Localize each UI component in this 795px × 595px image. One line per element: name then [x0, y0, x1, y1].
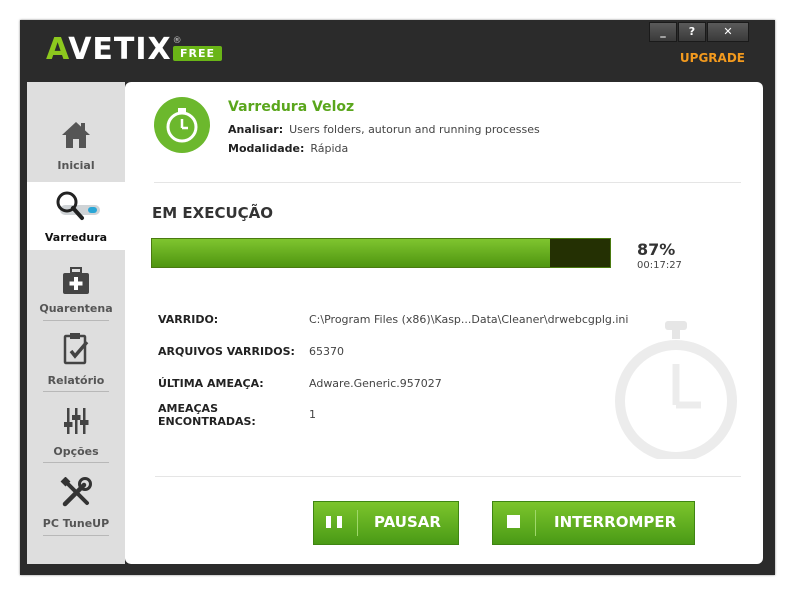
- sidebar-divider: [43, 391, 109, 392]
- app-window: AVETIX® FREE _ ? ✕ UPGRADE Inicial Varre…: [20, 20, 775, 575]
- analyze-label: Analisar:: [228, 123, 284, 136]
- pause-button[interactable]: PAUSAR: [313, 501, 459, 545]
- sidebar: Inicial Varredura Quarentena Relatório O…: [27, 82, 125, 564]
- sidebar-item-label: Varredura: [44, 231, 108, 244]
- mode-row: Modalidade: Rápida: [228, 142, 348, 155]
- pause-icon: [326, 516, 342, 528]
- mode-value: Rápida: [310, 142, 349, 155]
- button-divider: [535, 510, 536, 536]
- detail-value: 1: [309, 408, 316, 421]
- elapsed-time: 00:17:27: [637, 260, 682, 271]
- analyze-value: Users folders, autorun and running proce…: [289, 123, 540, 136]
- clipboard-icon: [63, 333, 89, 365]
- progress-fill: [152, 239, 551, 267]
- edition-badge: FREE: [173, 46, 223, 61]
- avetix-logo: AVETIX®: [46, 32, 183, 67]
- magnifier-icon: [56, 191, 100, 220]
- stopwatch-watermark-icon: [615, 321, 737, 459]
- detail-key: ÚLTIMA AMEAÇA:: [158, 377, 264, 390]
- window-controls: _ ? ✕: [648, 22, 749, 42]
- stop-label: INTERROMPER: [554, 513, 677, 531]
- sidebar-divider: [43, 320, 109, 321]
- detail-value: C:\Program Files (x86)\Kasp...Data\Clean…: [309, 313, 629, 326]
- minimize-button[interactable]: _: [649, 22, 677, 42]
- detail-value: 65370: [309, 345, 344, 358]
- registered-mark: ®: [172, 36, 183, 46]
- sidebar-item-varredura[interactable]: Varredura: [27, 182, 125, 250]
- footer-divider: [155, 476, 741, 477]
- stopwatch-icon: [154, 97, 210, 153]
- scan-title: Varredura Veloz: [228, 99, 355, 115]
- button-divider: [357, 510, 358, 536]
- medkit-icon: [63, 267, 89, 294]
- stop-icon: [507, 515, 520, 528]
- sidebar-item-pc-tuneup[interactable]: PC TuneUP: [27, 464, 125, 536]
- sidebar-divider: [43, 535, 109, 536]
- sidebar-item-opcoes[interactable]: Opções: [27, 393, 125, 464]
- home-icon: [62, 122, 90, 148]
- sidebar-item-label: Inicial: [57, 159, 95, 172]
- detail-key: VARRIDO:: [158, 313, 219, 326]
- sidebar-item-quarentena[interactable]: Quarentena: [27, 250, 125, 322]
- detail-key: AMEAÇAS ENCONTRADAS:: [158, 402, 256, 428]
- header-divider: [154, 182, 741, 183]
- tools-icon: [60, 477, 92, 507]
- stop-button[interactable]: INTERROMPER: [492, 501, 695, 545]
- sidebar-item-label: Opções: [53, 445, 99, 458]
- sidebar-item-label: Quarentena: [39, 302, 113, 315]
- detail-value: Adware.Generic.957027: [309, 377, 442, 390]
- analyze-row: Analisar: Users folders, autorun and runn…: [228, 123, 540, 136]
- sidebar-divider: [43, 462, 109, 463]
- mode-label: Modalidade:: [228, 142, 305, 155]
- pause-label: PAUSAR: [374, 513, 441, 531]
- sidebar-item-inicial[interactable]: Inicial: [27, 82, 125, 182]
- progress-bar: [151, 238, 611, 268]
- progress-percent: 87%: [637, 240, 676, 259]
- help-button[interactable]: ?: [678, 22, 706, 42]
- upgrade-link[interactable]: UPGRADE: [680, 51, 745, 65]
- sidebar-item-relatorio[interactable]: Relatório: [27, 322, 125, 393]
- logo-letter: A: [46, 32, 69, 67]
- logo-text: VETIX: [68, 32, 172, 67]
- sidebar-item-label: PC TuneUP: [42, 517, 110, 530]
- status-heading: EM EXECUÇÃO: [152, 204, 274, 222]
- sidebar-item-label: Relatório: [47, 374, 105, 387]
- detail-key: ARQUIVOS VARRIDOS:: [158, 345, 295, 358]
- main-panel: Varredura Veloz Analisar: Users folders, …: [125, 82, 763, 564]
- sliders-icon: [64, 408, 89, 434]
- close-button[interactable]: ✕: [707, 22, 749, 42]
